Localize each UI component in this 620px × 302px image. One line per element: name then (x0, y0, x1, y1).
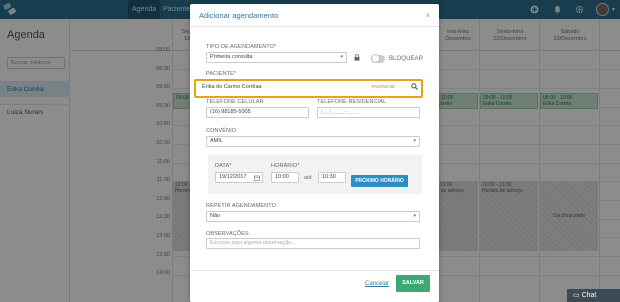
end-time-value: 10:30 (322, 174, 336, 180)
home-phone-input[interactable]: (__) ____-____ (317, 107, 420, 118)
appointment-type-value: Primeira consulta (210, 54, 253, 60)
chevron-down-icon: ▾ (413, 138, 416, 144)
start-time-input[interactable]: 10:00 (271, 172, 299, 183)
mobile-phone-input[interactable]: (16) 98185-5005 (206, 107, 309, 118)
chat-label: Chat (581, 292, 597, 299)
lock-icon (354, 54, 360, 61)
notes-label: OBSERVAÇÕES (206, 231, 249, 237)
chevron-down-icon: ▾ (413, 213, 416, 219)
date-label: DATA* (215, 163, 232, 169)
date-input[interactable]: 19/12/2017 (215, 172, 263, 183)
chat-button[interactable]: ▭ Chat (567, 289, 620, 302)
start-time-value: 10:00 (275, 174, 289, 180)
end-time-input[interactable]: 10:30 (318, 172, 346, 183)
home-phone-label: TELEFONE RESIDENCIAL (317, 99, 387, 105)
close-icon[interactable]: × (425, 11, 430, 20)
patient-label: PACIENTE* (206, 71, 237, 77)
toggle-knob (371, 54, 380, 63)
block-toggle-label: BLOQUEAR (389, 56, 424, 62)
chevron-down-icon: ▾ (340, 54, 343, 60)
notes-placeholder: Escreva aqui alguma observação... (210, 240, 296, 246)
patient-value: Érika do Carmo Corrêaa (202, 84, 262, 90)
divider (190, 270, 439, 271)
insurance-value: AMIL (210, 138, 223, 144)
search-icon[interactable] (411, 83, 418, 90)
time-label-field: HORÁRIO* (271, 163, 300, 169)
divider (190, 26, 439, 27)
appointment-type-label: TIPO DE AGENDAMENTO* (206, 44, 277, 50)
absences-badge: FALTAS 03 (372, 84, 395, 89)
calendar-icon (254, 175, 260, 181)
cancel-button[interactable]: Cancelar (365, 281, 389, 287)
next-slot-button[interactable]: PRÓXIMO HORÁRIO (351, 175, 408, 187)
date-value: 19/12/2017 (219, 174, 247, 180)
chat-icon: ▭ (573, 292, 582, 299)
save-button[interactable]: SALVAR (396, 275, 430, 292)
modal-title: Adicionar agendamento (199, 11, 279, 20)
mobile-phone-label: TELEFONE CELULAR (206, 99, 264, 105)
add-appointment-modal: Adicionar agendamento × TIPO DE AGENDAME… (190, 4, 439, 302)
mobile-phone-value: (16) 98185-5005 (210, 109, 251, 115)
repeat-select[interactable]: Não ▾ (206, 211, 420, 222)
insurance-select[interactable]: AMIL ▾ (206, 136, 420, 147)
appointment-type-select[interactable]: Primeira consulta ▾ (206, 52, 347, 63)
repeat-label: REPETIR AGENDAMENTO (206, 203, 276, 209)
insurance-label: CONVÊNIO (206, 128, 237, 134)
repeat-value: Não (210, 213, 221, 219)
notes-input[interactable]: Escreva aqui alguma observação... (206, 238, 420, 249)
until-label: até (304, 175, 312, 181)
home-phone-placeholder: (__) ____-____ (321, 109, 359, 115)
